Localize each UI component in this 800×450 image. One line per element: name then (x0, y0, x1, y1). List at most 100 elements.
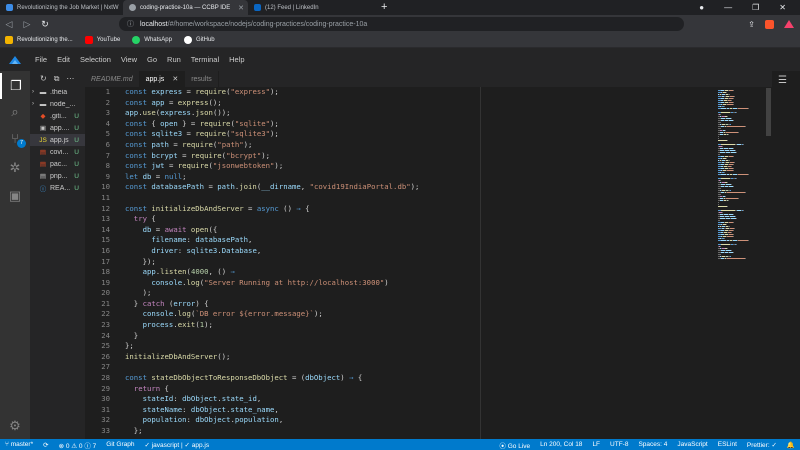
menu-edit[interactable]: Edit (52, 55, 75, 64)
bookmark-label: WhatsApp (144, 37, 172, 43)
explorer-item[interactable]: ◆ .giti... U (30, 110, 85, 122)
refresh-icon[interactable]: ↻ (40, 74, 47, 83)
browser-tab-ccbp-ide[interactable]: coding-practice-10a — CCBP IDE ✕ (123, 0, 248, 15)
close-tab-icon[interactable]: ✕ (238, 4, 244, 12)
browser-tab-linkedin[interactable]: (12) Feed | LinkedIn (248, 0, 373, 15)
menu-selection[interactable]: Selection (75, 55, 116, 64)
file-icon: ⓘ (39, 186, 47, 193)
explorer-item[interactable]: JS app.js U (30, 134, 85, 146)
line-number: 15 (101, 235, 110, 245)
collapse-all-icon[interactable]: ⧉ (54, 74, 60, 84)
code-token: : (177, 245, 187, 255)
code-text: stateName: dbObject.state_name, (110, 405, 279, 416)
minimap-stroke (728, 134, 729, 135)
source-control-icon[interactable]: ⑂ 7 (0, 125, 30, 151)
encoding[interactable]: UTF-8 (605, 441, 633, 448)
close-editor-tab-icon[interactable]: ✕ (172, 75, 178, 83)
indentation[interactable]: Spaces: 4 (633, 441, 672, 448)
tab-label: README.md (91, 75, 133, 83)
minimap-stroke (727, 192, 745, 193)
explorer-item[interactable]: › ▬ node_... (30, 98, 85, 110)
menu-go[interactable]: Go (142, 55, 162, 64)
bookmark-youtube[interactable]: YouTube (84, 36, 120, 44)
search-icon[interactable]: ⌕ (0, 99, 30, 125)
explorer-item[interactable]: ⓘ REA... U (30, 182, 85, 194)
code-text: app.use(express.json()); (110, 108, 231, 119)
brave-rewards-icon[interactable] (784, 20, 794, 28)
branch-indicator[interactable]: ⑂ master* (0, 441, 38, 448)
editor-scrollbar[interactable] (765, 87, 772, 439)
globe-icon (129, 4, 136, 11)
editor-tab-results[interactable]: results (185, 71, 219, 87)
sync-icon[interactable]: ⟳ (38, 441, 53, 449)
scrollbar-thumb[interactable] (766, 88, 771, 136)
menu-run[interactable]: Run (162, 55, 186, 64)
url-field[interactable]: ⓘ localhost/#/home/workspace/nodejs/codi… (119, 17, 684, 31)
brave-shields-icon[interactable] (765, 19, 774, 29)
site-info-icon[interactable]: ⓘ (127, 19, 134, 29)
code-token: log (186, 277, 200, 287)
explorer-icon[interactable]: ❐ (0, 73, 30, 99)
bookmark-nxtwave[interactable]: Revolutionizing the... (5, 36, 73, 44)
code-token: ); (313, 309, 323, 319)
minimap-stroke (733, 186, 734, 187)
code-text: const databasePath = path.join(__dirname… (110, 182, 419, 193)
code-text: }; (110, 341, 134, 352)
eslint-status[interactable]: ESLint (713, 441, 742, 448)
language-check[interactable]: ✓ javascript | ✓ app.js (139, 441, 214, 449)
explorer-item[interactable]: ▣ app.... U (30, 122, 85, 134)
prettier-status[interactable]: Prettier: ✓ (742, 441, 782, 449)
code-token: , () (208, 267, 231, 277)
code-token: driver (151, 245, 178, 255)
cursor-position[interactable]: Ln 200, Col 18 (535, 441, 587, 448)
debug-icon[interactable]: ✲ (0, 155, 30, 181)
menu-file[interactable]: File (30, 55, 52, 64)
code-token: { (160, 383, 169, 393)
bookmark-github[interactable]: GitHub (183, 36, 215, 44)
extensions-icon[interactable]: ▣ (0, 183, 30, 209)
menu-terminal[interactable]: Terminal (186, 55, 224, 64)
settings-gear-icon[interactable]: ⚙ (0, 413, 30, 439)
git-graph-button[interactable]: Git Graph (101, 441, 139, 448)
explorer-item[interactable]: ▤ pac... U (30, 158, 85, 170)
menu-view[interactable]: View (116, 55, 142, 64)
end-of-line[interactable]: LF (587, 441, 605, 448)
code-token: } (125, 298, 143, 308)
minimap-menu-icon[interactable]: ☰ (778, 75, 787, 86)
browser-tab-nxtwave[interactable]: Revolutionizing the Job Market | NxtW (0, 0, 123, 15)
share-icon[interactable]: ⇪ (748, 20, 755, 29)
reload-icon[interactable]: ↻ (36, 19, 54, 30)
forward-icon[interactable]: ▷ (18, 19, 36, 30)
code-token: stateDbObjectToResponseDbObject (151, 373, 288, 383)
go-live-button[interactable]: ⦿ Go Live (494, 440, 535, 450)
minimap-stroke (738, 108, 748, 109)
code-line: 3 app.use(express.json()); (85, 108, 419, 119)
nxtwave-icon (5, 36, 13, 44)
back-icon[interactable]: ◁ (0, 19, 18, 30)
explorer-item[interactable]: ▤ pnp... U (30, 170, 85, 182)
menu-help[interactable]: Help (224, 55, 249, 64)
language-mode[interactable]: JavaScript (672, 441, 712, 448)
minimap-stroke (718, 220, 720, 221)
minimap[interactable] (715, 87, 765, 439)
close-window-icon[interactable]: ✕ (779, 3, 786, 12)
editor-tab-app-js[interactable]: app.js ✕ (139, 71, 186, 87)
code-editor[interactable]: 1 const express = require("express"); 2 con… (85, 87, 715, 439)
editor-tab-readme[interactable]: README.md (85, 71, 140, 87)
new-tab-button[interactable]: + (373, 0, 395, 15)
explorer-item[interactable]: › ▬ .theia (30, 86, 85, 98)
minimize-icon[interactable]: — (724, 3, 732, 12)
restore-icon[interactable]: ❐ (752, 3, 759, 12)
problems-indicator[interactable]: ⊗ 0 ⚠ 0 ⓘ 7 (54, 440, 102, 450)
profile-icon[interactable]: ● (699, 3, 704, 12)
code-line: 27 (85, 362, 419, 373)
code-line: 18 app.listen(4000, () ⇒ (85, 267, 419, 278)
more-actions-icon[interactable]: ⋯ (66, 74, 74, 83)
minimap-stroke (733, 104, 734, 105)
notifications-bell-icon[interactable]: 🔔 (782, 441, 800, 449)
explorer-item[interactable]: ▤ covi... U (30, 146, 85, 158)
minimap-stroke (727, 206, 728, 207)
bookmark-whatsapp[interactable]: WhatsApp (132, 36, 172, 44)
code-line: 5 const sqlite3 = require("sqlite3"); (85, 129, 419, 140)
